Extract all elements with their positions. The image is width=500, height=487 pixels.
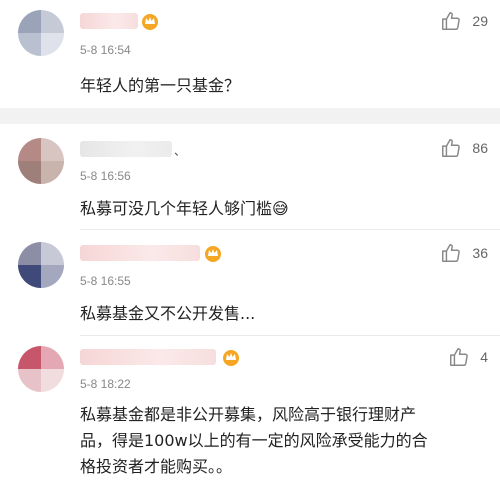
avatar[interactable] [18,10,64,56]
comment-item-1: 5-8 16:54 年轻人的第一只基金？ 29 [0,0,500,108]
comment-text: 私募可没几个年轻人够门槛😅 [80,199,289,218]
comment-item-2: 、 5-8 16:56 私募可没几个年轻人够门槛😅 86 [0,124,500,230]
like-count: 36 [472,245,488,261]
username[interactable] [80,141,172,157]
crown-icon [223,350,239,366]
username[interactable] [80,13,138,29]
crown-icon [142,14,158,30]
comment-timestamp: 5-8 16:55 [80,274,131,288]
username-suffix: 、 [174,144,187,158]
like-count: 4 [480,349,488,365]
comment-timestamp: 5-8 18:22 [80,377,131,391]
like-button[interactable]: 86 [440,137,488,159]
like-count: 86 [472,140,488,156]
comment-timestamp: 5-8 16:56 [80,169,131,183]
comment-text-line-1: 私募基金都是非公开募集，风险高于银行理财产 [80,405,417,424]
thumbs-up-icon [450,348,469,366]
comment-text: 私募基金又不公开发售... [80,304,256,323]
comment-timestamp: 5-8 16:54 [80,43,131,57]
comment-text-line-2: 品，得是100w以上的有一定的风险承受能力的合 [80,431,428,450]
avatar[interactable] [18,242,64,288]
thumbs-up-icon [442,244,461,262]
thumbs-up-icon [442,12,461,30]
like-button[interactable]: 4 [448,346,488,368]
like-count: 29 [472,13,488,29]
comment-text: 年轻人的第一只基金？ [80,76,241,95]
comment-feed: 5-8 16:54 年轻人的第一只基金？ 29 、 5-8 16:56 私募可没… [0,0,500,487]
comment-item-4: 5-8 18:22 私募基金都是非公开募集，风险高于银行理财产 品，得是100w… [0,336,500,487]
thumbs-up-icon [442,139,461,157]
comment-text-line-3: 格投资者才能购买。。 [80,457,233,476]
like-button[interactable]: 36 [440,242,488,264]
comment-item-3: 5-8 16:55 私募基金又不公开发售... 36 [0,230,500,336]
avatar[interactable] [18,346,64,392]
like-button[interactable]: 29 [440,10,488,32]
username[interactable] [80,245,200,261]
section-separator [0,108,500,124]
username[interactable] [80,349,216,365]
crown-icon [205,246,221,262]
avatar[interactable] [18,138,64,184]
